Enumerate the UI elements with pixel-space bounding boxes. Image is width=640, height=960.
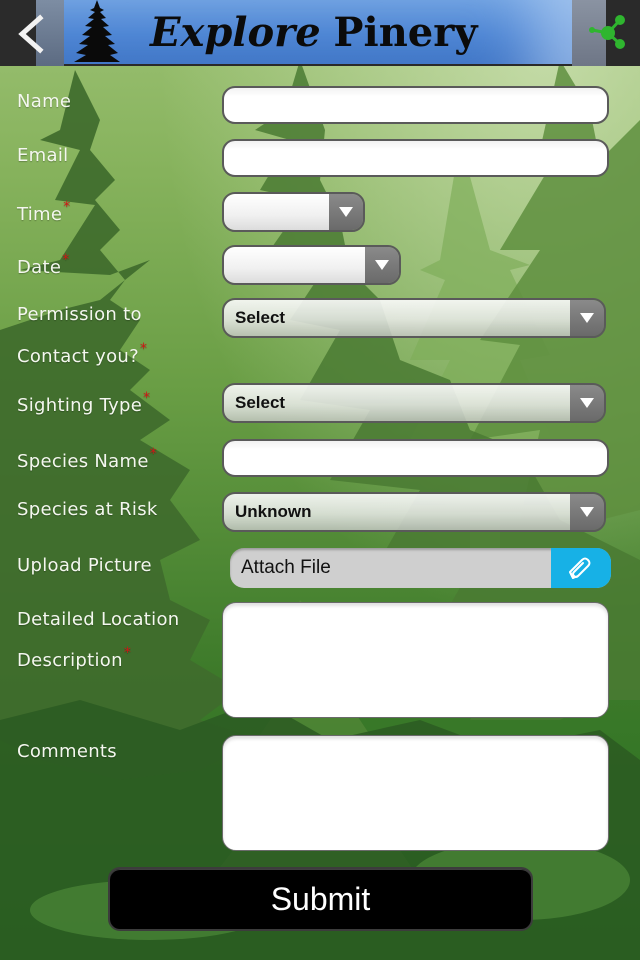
paperclip-icon — [569, 557, 591, 579]
comments-textarea[interactable] — [222, 735, 609, 851]
required-marker: * — [143, 390, 151, 406]
triangle-down-icon — [580, 313, 594, 323]
sighting-type-select[interactable]: Select — [222, 383, 606, 423]
permission-label-text: Contact you? — [17, 346, 139, 367]
species-name-label: Species Name* — [17, 446, 157, 472]
sighting-type-select-arrow — [570, 385, 604, 421]
triangle-down-icon — [375, 260, 389, 270]
sighting-type-select-value: Select — [235, 393, 286, 412]
email-input[interactable] — [222, 139, 609, 177]
required-marker: * — [123, 645, 132, 661]
time-select[interactable] — [222, 192, 365, 232]
species-at-risk-select-arrow — [570, 494, 604, 530]
email-label: Email — [17, 145, 69, 166]
required-marker: * — [139, 341, 148, 357]
location-description-textarea[interactable] — [222, 602, 609, 718]
time-select-arrow — [329, 194, 363, 230]
pine-tree-icon — [74, 0, 120, 62]
species-at-risk-select[interactable]: Unknown — [222, 492, 606, 532]
species-name-label-text: Species Name — [17, 451, 149, 472]
location-description-label-line2: Description* — [17, 645, 131, 671]
attach-file-text: Attach File — [241, 557, 331, 578]
comments-label: Comments — [17, 741, 117, 762]
attach-file-button[interactable] — [551, 548, 611, 588]
triangle-down-icon — [580, 507, 594, 517]
time-label: Time* — [17, 199, 71, 225]
date-select-arrow — [365, 247, 399, 283]
required-marker: * — [63, 199, 71, 215]
permission-select-arrow — [570, 300, 604, 336]
time-select-field — [224, 194, 329, 230]
name-label: Name — [17, 91, 72, 112]
required-marker: * — [149, 446, 158, 462]
upload-picture-label: Upload Picture — [17, 555, 152, 576]
species-at-risk-select-value: Unknown — [235, 502, 312, 521]
back-button[interactable] — [0, 0, 64, 66]
location-description-label-text: Description — [17, 650, 123, 671]
triangle-down-icon — [580, 398, 594, 408]
time-label-text: Time — [17, 204, 63, 225]
permission-label-line2: Contact you?* — [17, 341, 147, 367]
app-banner: Explore Pinery — [64, 0, 572, 64]
app-header: Explore Pinery — [0, 0, 640, 66]
app-title-italic: Explore — [150, 9, 321, 56]
date-label: Date* — [17, 252, 70, 278]
share-button[interactable] — [572, 0, 640, 66]
date-select-field — [224, 247, 365, 283]
permission-label-line1: Permission to — [17, 304, 142, 325]
date-select[interactable] — [222, 245, 401, 285]
name-input[interactable] — [222, 86, 609, 124]
app-title-regular: Pinery — [333, 9, 478, 56]
location-description-label-line1: Detailed Location — [17, 609, 180, 630]
app-title: Explore Pinery — [150, 6, 478, 60]
share-icon — [589, 15, 625, 49]
permission-select-value: Select — [235, 308, 286, 327]
date-label-text: Date — [17, 257, 62, 278]
submit-button[interactable]: Submit — [108, 867, 533, 931]
chevron-left-icon — [18, 14, 44, 54]
required-marker: * — [62, 252, 70, 268]
species-at-risk-label: Species at Risk — [17, 499, 158, 520]
sighting-type-label-text: Sighting Type — [17, 395, 143, 416]
sighting-type-label: Sighting Type* — [17, 390, 150, 416]
attach-file-field[interactable]: Attach File — [230, 548, 611, 588]
species-name-input[interactable] — [222, 439, 609, 477]
triangle-down-icon — [339, 207, 353, 217]
permission-select[interactable]: Select — [222, 298, 606, 338]
